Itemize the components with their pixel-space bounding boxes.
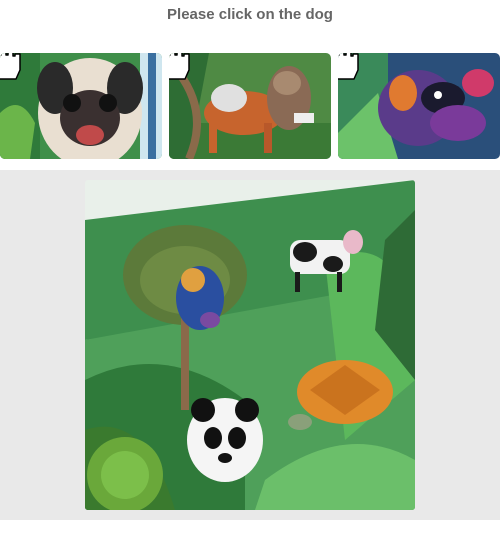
option-image-3[interactable] <box>338 53 500 159</box>
option-image-1[interactable] <box>0 53 162 159</box>
pointer-hand-icon <box>338 53 359 80</box>
pointer-hand-icon <box>169 53 190 80</box>
instruction-title: Please click on the dog <box>167 6 333 23</box>
challenge-stage <box>0 170 500 520</box>
pointer-hand-icon <box>0 53 21 80</box>
option-image-2[interactable] <box>169 53 331 159</box>
fox-dog-image <box>169 53 331 159</box>
jungle-scene-image <box>85 180 415 510</box>
pug-image <box>0 53 162 159</box>
challenge-image[interactable] <box>85 180 415 510</box>
colorful-dog-image <box>338 53 500 159</box>
